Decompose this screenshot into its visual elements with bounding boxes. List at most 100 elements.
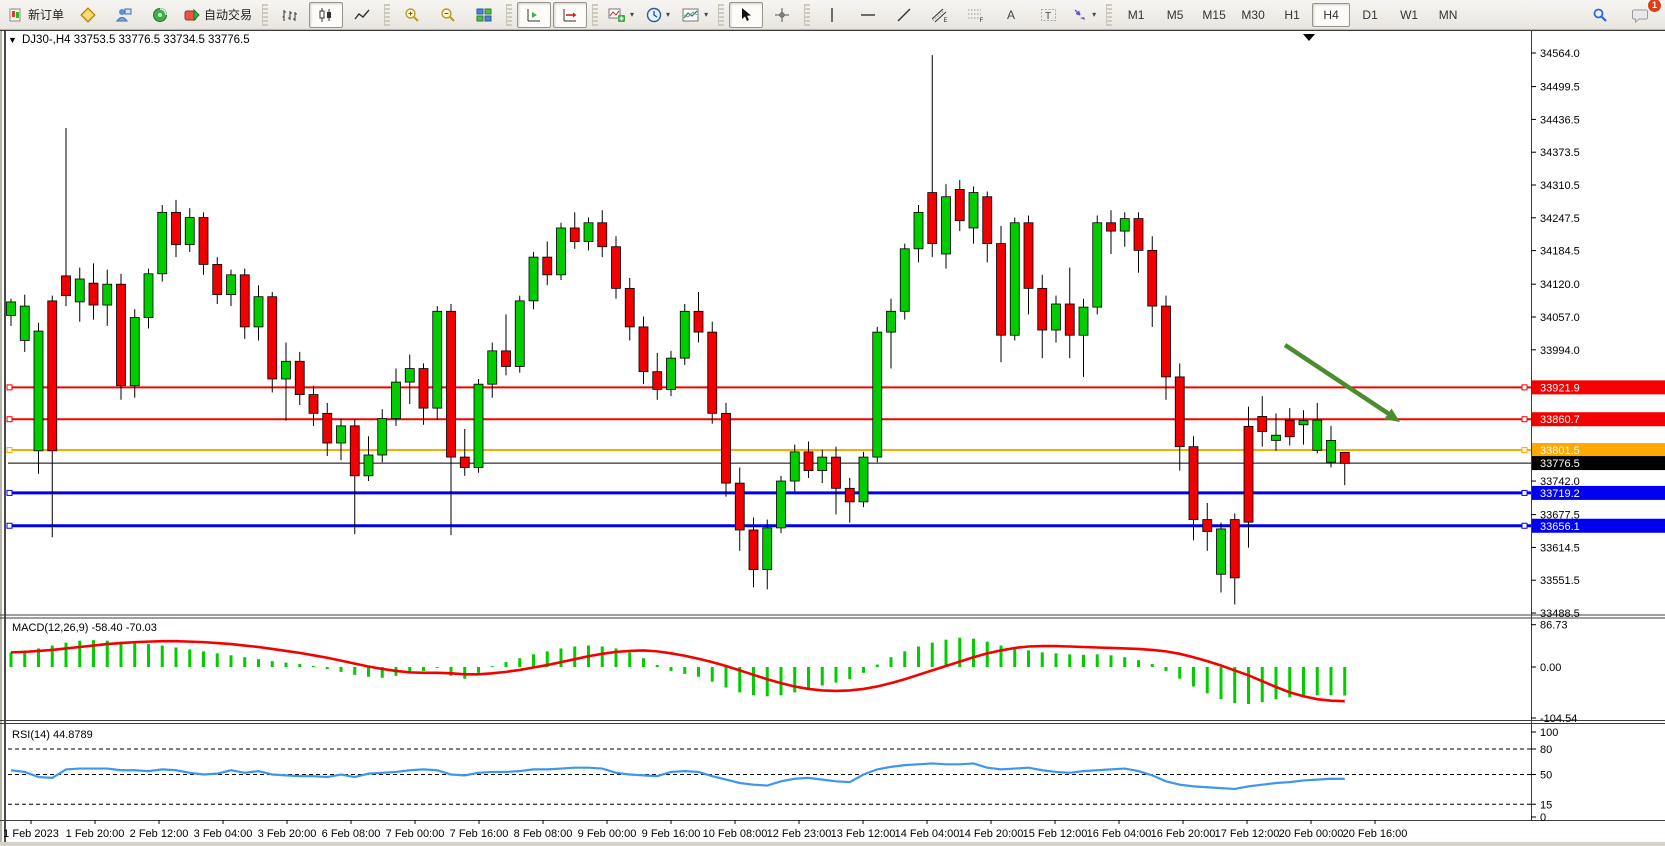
- text-button[interactable]: A: [995, 2, 1029, 28]
- timeframe-button-m30[interactable]: M30: [1234, 3, 1272, 27]
- candle[interactable]: [309, 395, 318, 414]
- timeframe-button-m5[interactable]: M5: [1156, 3, 1194, 27]
- periods-button[interactable]: ▾: [641, 2, 675, 28]
- candle[interactable]: [818, 457, 827, 471]
- candle[interactable]: [1162, 306, 1171, 377]
- candle[interactable]: [749, 530, 758, 570]
- candle[interactable]: [240, 275, 249, 327]
- candle[interactable]: [474, 384, 483, 467]
- tile-windows-button[interactable]: [467, 2, 501, 28]
- candle[interactable]: [323, 413, 332, 443]
- fibonacci-button[interactable]: F: [959, 2, 993, 28]
- candle[interactable]: [34, 331, 43, 451]
- candle[interactable]: [557, 228, 566, 275]
- candle[interactable]: [598, 223, 607, 247]
- candle[interactable]: [763, 528, 772, 570]
- candle[interactable]: [89, 283, 98, 305]
- candle[interactable]: [790, 452, 799, 481]
- candle[interactable]: [1010, 223, 1019, 335]
- candle[interactable]: [804, 452, 813, 471]
- candle[interactable]: [942, 197, 951, 254]
- notifications-button[interactable]: 1: [1623, 2, 1657, 28]
- auto-scroll-button[interactable]: [553, 2, 587, 28]
- candle[interactable]: [502, 351, 511, 367]
- candlestick-chart-button[interactable]: [309, 2, 343, 28]
- market-watch-button[interactable]: [71, 2, 105, 28]
- candle[interactable]: [268, 297, 277, 379]
- candle[interactable]: [515, 301, 524, 367]
- candle[interactable]: [1175, 377, 1184, 447]
- timeframe-button-d1[interactable]: D1: [1351, 3, 1389, 27]
- candle[interactable]: [254, 297, 263, 327]
- candle[interactable]: [1217, 529, 1226, 574]
- candle[interactable]: [997, 244, 1006, 336]
- candle[interactable]: [213, 264, 222, 294]
- candle[interactable]: [364, 455, 373, 476]
- indicators-button[interactable]: ▾: [603, 2, 639, 28]
- candle[interactable]: [433, 311, 442, 408]
- timeframe-button-h1[interactable]: H1: [1273, 3, 1311, 27]
- candle[interactable]: [460, 457, 469, 467]
- zoom-out-button[interactable]: [431, 2, 465, 28]
- candle[interactable]: [983, 197, 992, 244]
- candle[interactable]: [295, 361, 304, 394]
- candle[interactable]: [1079, 307, 1088, 335]
- candle[interactable]: [20, 306, 29, 340]
- candle[interactable]: [144, 274, 153, 318]
- candle[interactable]: [1038, 288, 1047, 330]
- candle[interactable]: [653, 372, 662, 390]
- candle[interactable]: [928, 193, 937, 244]
- text-label-button[interactable]: T: [1031, 2, 1065, 28]
- bar-chart-button[interactable]: [273, 2, 307, 28]
- candle[interactable]: [62, 276, 71, 296]
- candle[interactable]: [392, 382, 401, 418]
- zoom-in-button[interactable]: [395, 2, 429, 28]
- new-order-button[interactable]: 新订单: [4, 2, 69, 28]
- candle[interactable]: [158, 212, 167, 273]
- candle[interactable]: [845, 488, 854, 502]
- candle[interactable]: [955, 189, 964, 220]
- candle[interactable]: [543, 257, 552, 275]
- candle[interactable]: [873, 332, 882, 457]
- chart-area[interactable]: 34564.034499.534436.534373.534310.534247…: [0, 30, 1665, 846]
- timeframe-button-h4[interactable]: H4: [1312, 3, 1350, 27]
- candle[interactable]: [1148, 250, 1157, 306]
- candle[interactable]: [172, 212, 181, 244]
- candle[interactable]: [419, 369, 428, 409]
- candle[interactable]: [900, 249, 909, 311]
- candle[interactable]: [1340, 452, 1349, 463]
- candle[interactable]: [1107, 223, 1116, 231]
- candle[interactable]: [1052, 304, 1061, 330]
- templates-button[interactable]: ▾: [677, 2, 713, 28]
- candle[interactable]: [639, 327, 648, 372]
- search-button[interactable]: [1583, 2, 1617, 28]
- candle[interactable]: [570, 228, 579, 242]
- candle[interactable]: [1327, 440, 1336, 462]
- candle[interactable]: [117, 284, 126, 386]
- candle[interactable]: [350, 426, 359, 476]
- candle[interactable]: [1065, 304, 1074, 335]
- candle[interactable]: [488, 351, 497, 384]
- candle[interactable]: [1285, 420, 1294, 437]
- candle[interactable]: [1189, 447, 1198, 520]
- candle[interactable]: [1313, 420, 1322, 450]
- line-chart-button[interactable]: [345, 2, 379, 28]
- vertical-line-button[interactable]: [815, 2, 849, 28]
- candle[interactable]: [1244, 426, 1253, 522]
- timeframe-button-w1[interactable]: W1: [1390, 3, 1428, 27]
- candle[interactable]: [130, 318, 139, 386]
- candle[interactable]: [969, 193, 978, 228]
- equidistant-channel-button[interactable]: E: [923, 2, 957, 28]
- candle[interactable]: [694, 311, 703, 332]
- candle[interactable]: [914, 212, 923, 248]
- trendline-button[interactable]: [887, 2, 921, 28]
- candle[interactable]: [887, 311, 896, 332]
- timeframe-button-mn[interactable]: MN: [1429, 3, 1467, 27]
- cursor-button[interactable]: [729, 2, 763, 28]
- candle[interactable]: [735, 483, 744, 530]
- candle[interactable]: [529, 257, 538, 301]
- candle[interactable]: [378, 419, 387, 455]
- candle[interactable]: [1299, 421, 1308, 425]
- chart-shift-button[interactable]: [517, 2, 551, 28]
- candle[interactable]: [1093, 223, 1102, 307]
